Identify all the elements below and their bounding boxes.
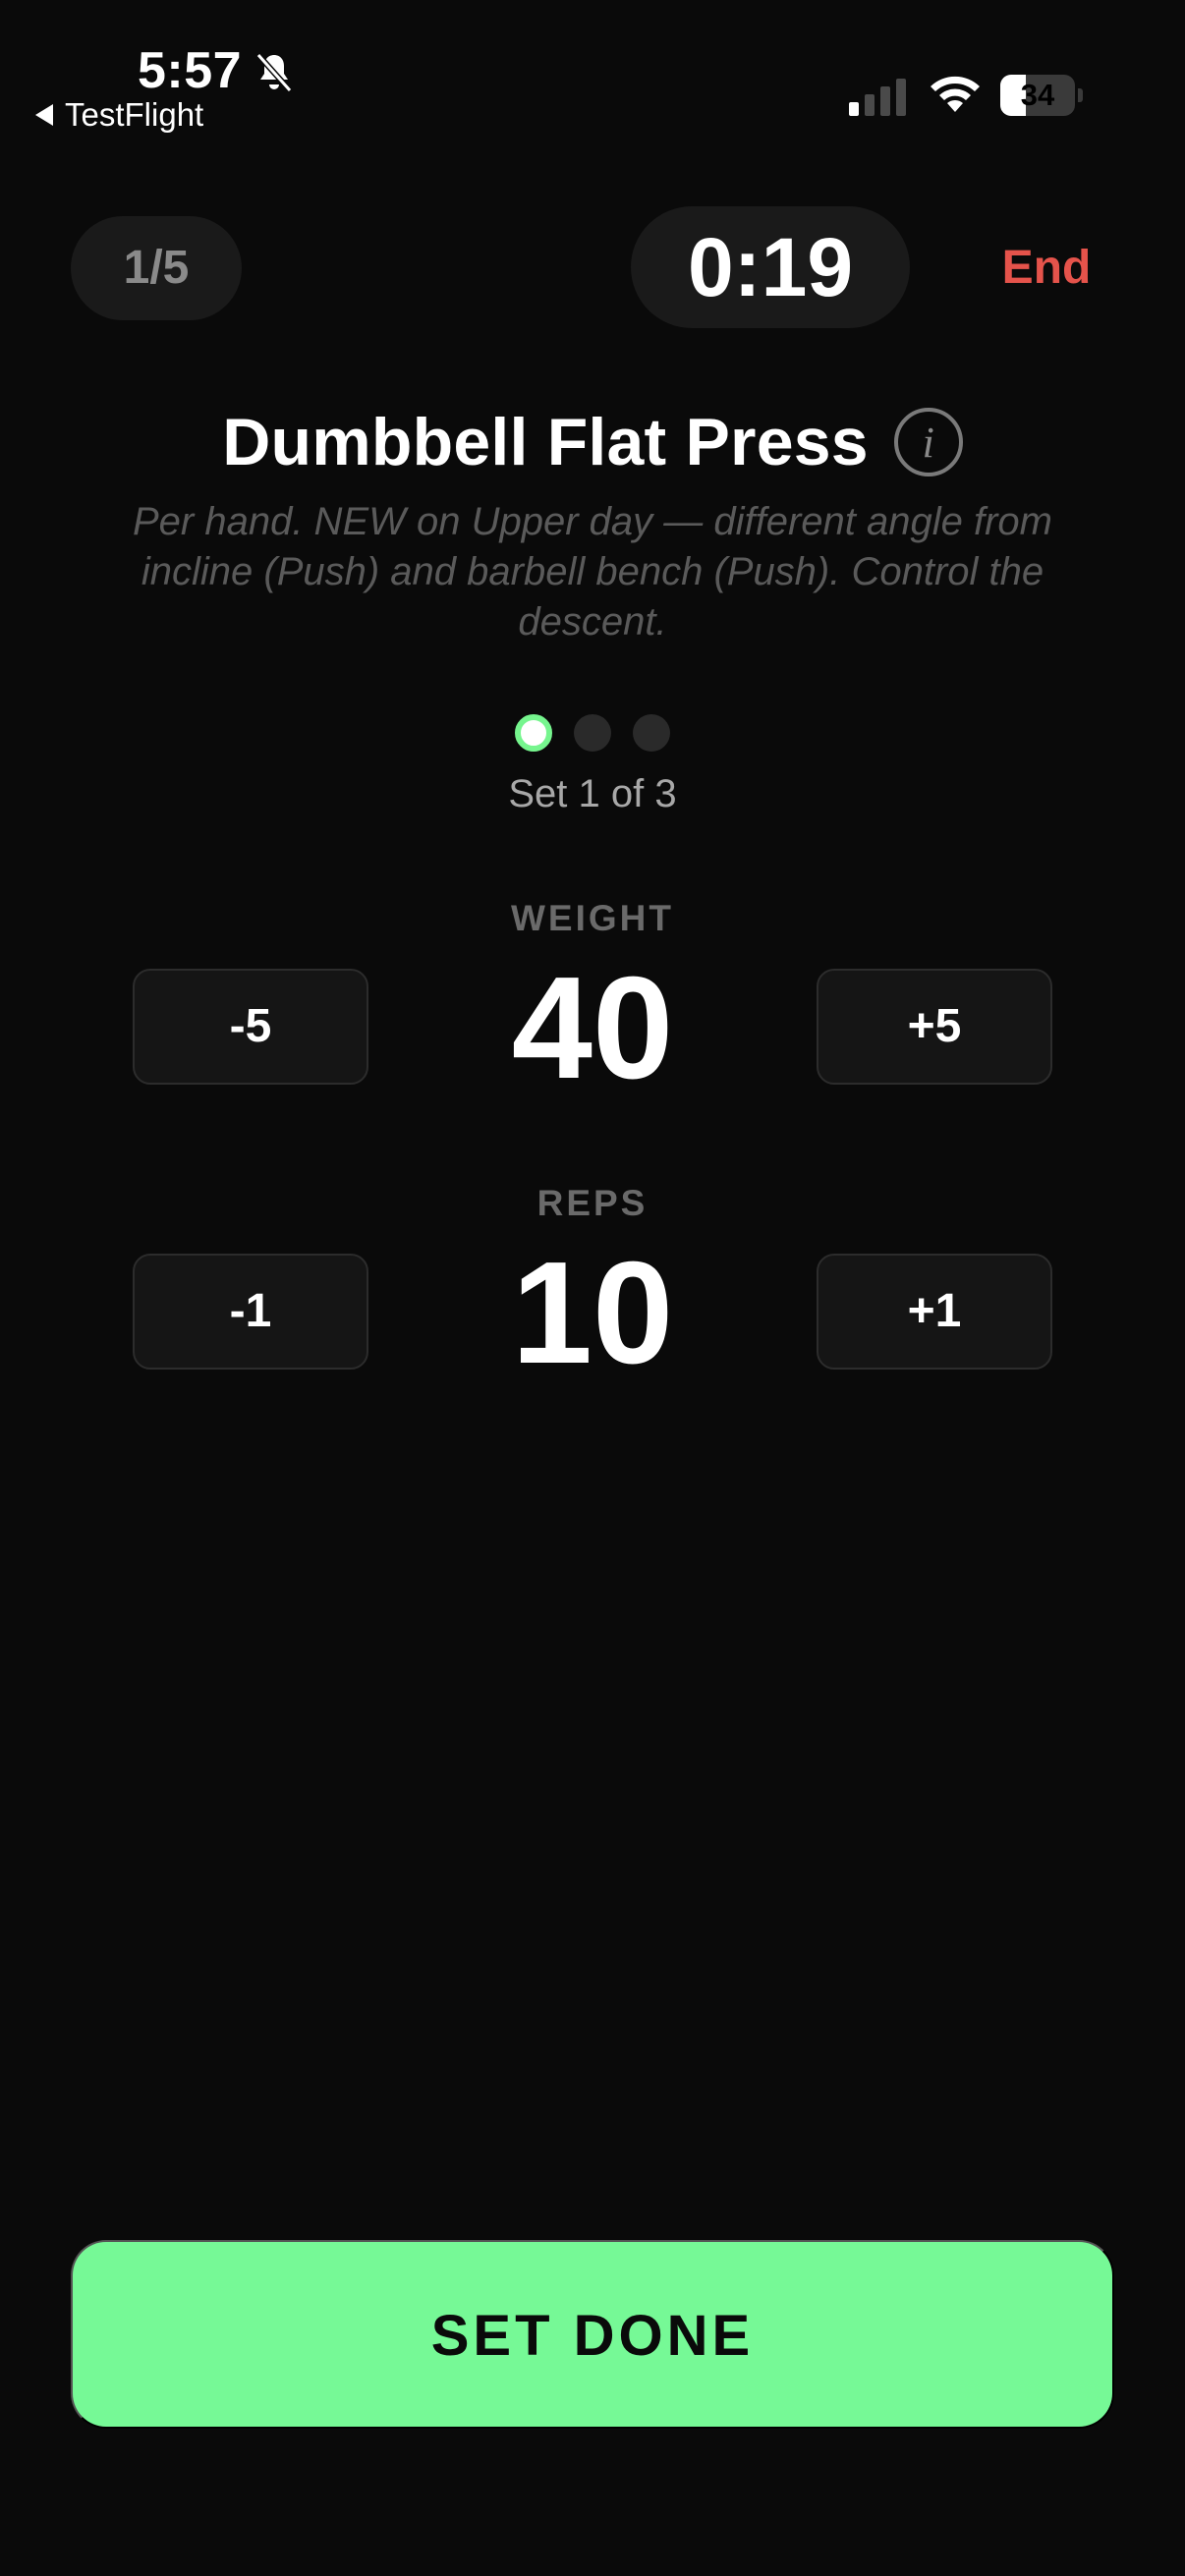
set-dot-active [515, 714, 552, 752]
back-to-app-link[interactable]: TestFlight [35, 96, 203, 134]
battery-icon: 34 [1000, 75, 1083, 116]
workout-timer: 0:19 [631, 206, 910, 328]
set-dot [574, 714, 611, 752]
bell-muted-icon [255, 53, 293, 92]
set-label: Set 1 of 3 [508, 772, 677, 815]
weight-decrement-button[interactable]: -5 [133, 969, 368, 1085]
info-icon: i [922, 418, 934, 467]
reps-increment-button[interactable]: +1 [817, 1254, 1052, 1370]
weight-increment-button[interactable]: +5 [817, 969, 1052, 1085]
back-arrow-icon [35, 104, 53, 126]
workout-screen: 5:57 TestFlight 34 1/5 0:19 End Dumbbell… [0, 0, 1185, 2576]
weight-label: WEIGHT [511, 898, 674, 938]
exercise-notes: Per hand. NEW on Upper day — different a… [132, 500, 1052, 644]
reps-label: REPS [536, 1183, 649, 1223]
status-time: 5:57 [138, 42, 243, 99]
end-workout-button[interactable]: End [973, 232, 1120, 305]
reps-decrement-button[interactable]: -1 [133, 1254, 368, 1370]
set-dot [633, 714, 670, 752]
set-done-button[interactable]: SET DONE [71, 2240, 1114, 2429]
reps-value: 10 [511, 1232, 674, 1394]
set-progress-dots [0, 714, 1185, 752]
weight-value: 40 [511, 947, 674, 1109]
exercise-counter-pill: 1/5 [71, 216, 242, 320]
exercise-title-row: Dumbbell Flat Press i [0, 398, 1185, 486]
cellular-signal-icon [849, 79, 906, 116]
wifi-icon [931, 76, 980, 112]
back-app-label: TestFlight [65, 96, 204, 133]
battery-level: 34 [1020, 78, 1055, 112]
exercise-title: Dumbbell Flat Press [222, 405, 869, 479]
info-button[interactable]: i [893, 408, 963, 476]
